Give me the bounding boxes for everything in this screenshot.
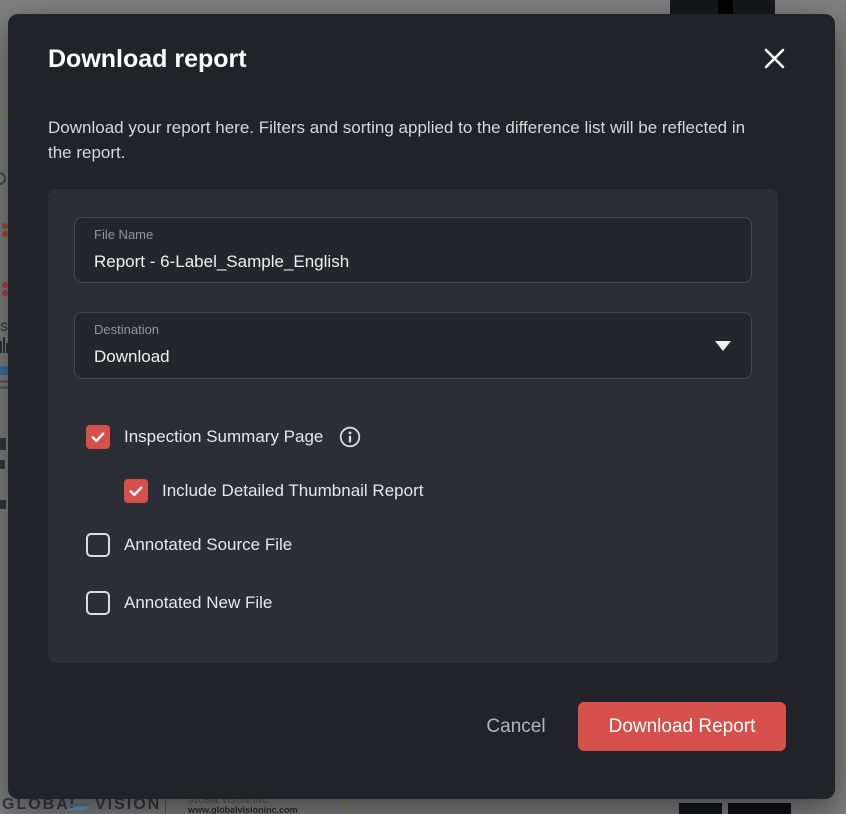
thumbnail-report-checkbox[interactable] bbox=[124, 479, 148, 503]
checkbox-row-annotated-source: Annotated Source File bbox=[86, 533, 292, 557]
checkbox-label: Inspection Summary Page bbox=[124, 425, 323, 449]
caret-down-icon bbox=[715, 341, 731, 351]
destination-value: Download bbox=[94, 346, 170, 368]
file-name-field[interactable]: File Name bbox=[74, 217, 752, 283]
background-divider bbox=[165, 800, 166, 814]
company-site-text: www.globalvisioninc.com bbox=[188, 805, 348, 814]
screen: S GLOBAL VISION GLOBAL VISION, INC. www.… bbox=[0, 0, 846, 814]
checkbox-label: Annotated New File bbox=[124, 591, 272, 615]
checkbox-label: Annotated Source File bbox=[124, 533, 292, 557]
background-letter: S bbox=[0, 320, 8, 334]
info-icon bbox=[339, 426, 361, 448]
file-name-label: File Name bbox=[94, 227, 153, 243]
close-button[interactable] bbox=[760, 44, 788, 72]
background-text-row bbox=[0, 386, 8, 389]
background-dark-block bbox=[728, 803, 791, 814]
globalvision-logo-swoosh-icon bbox=[64, 801, 92, 813]
close-icon bbox=[763, 47, 786, 70]
download-report-button[interactable]: Download Report bbox=[578, 702, 786, 751]
background-text-row bbox=[0, 380, 8, 383]
options-panel: File Name Destination Download Inspectio… bbox=[48, 189, 778, 663]
destination-label: Destination bbox=[94, 322, 159, 338]
annotated-source-checkbox[interactable] bbox=[86, 533, 110, 557]
info-button[interactable] bbox=[339, 426, 361, 448]
destination-select[interactable]: Destination Download bbox=[74, 312, 752, 379]
background-green-line bbox=[0, 113, 8, 115]
checkbox-row-thumbnail-report: Include Detailed Thumbnail Report bbox=[124, 479, 423, 503]
dialog-title: Download report bbox=[48, 44, 247, 74]
checkbox-row-annotated-new: Annotated New File bbox=[86, 591, 272, 615]
background-blue-bar bbox=[0, 366, 8, 375]
background-circle-artifact bbox=[0, 172, 6, 185]
file-name-input[interactable] bbox=[94, 249, 714, 275]
inspection-summary-checkbox[interactable] bbox=[86, 425, 110, 449]
checkmark-icon bbox=[89, 428, 107, 446]
background-glyph bbox=[0, 438, 6, 450]
background-glyph bbox=[0, 460, 5, 469]
dialog-description: Download your report here. Filters and s… bbox=[48, 115, 772, 165]
background-bar-artifact bbox=[3, 337, 5, 353]
checkbox-row-inspection-summary: Inspection Summary Page bbox=[86, 425, 361, 449]
background-green-vline bbox=[345, 800, 347, 814]
download-report-dialog: Download report Download your report her… bbox=[8, 14, 835, 799]
checkbox-label: Include Detailed Thumbnail Report bbox=[162, 479, 423, 503]
background-bar-artifact bbox=[0, 341, 2, 353]
background-dark-toolbar-segment bbox=[718, 0, 733, 14]
annotated-new-checkbox[interactable] bbox=[86, 591, 110, 615]
background-glyph bbox=[0, 500, 6, 509]
checkmark-icon bbox=[127, 482, 145, 500]
cancel-button[interactable]: Cancel bbox=[466, 711, 566, 743]
background-dark-block bbox=[679, 803, 722, 814]
